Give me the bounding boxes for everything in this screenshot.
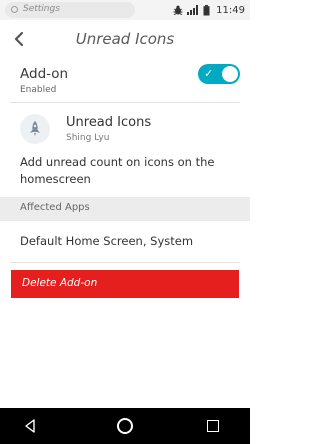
status-bar: Settings 11:49	[0, 0, 250, 20]
page-title: Unread Icons	[75, 30, 175, 48]
header: Unread Icons	[0, 20, 250, 58]
nav-back-icon[interactable]	[24, 419, 36, 433]
app-description: Add unread count on icons on the homescr…	[20, 155, 215, 186]
app-icon	[20, 114, 50, 144]
navigation-bar	[0, 408, 250, 444]
rocket-icon	[30, 121, 40, 136]
addon-status: Enabled	[20, 85, 57, 95]
bug-icon	[173, 5, 183, 15]
signal-icon	[187, 5, 199, 15]
clock: 11:49	[216, 4, 245, 16]
section-header-label: Affected Apps	[20, 202, 90, 213]
addon-label: Add-on	[20, 66, 69, 82]
delete-addon-label: Delete Add-on	[22, 277, 98, 289]
affected-apps-value: Default Home Screen, System	[20, 234, 194, 248]
battery-icon	[203, 4, 210, 15]
search-placeholder: Settings	[23, 4, 60, 14]
nav-home-icon[interactable]	[117, 418, 133, 434]
check-icon: ✓	[204, 67, 214, 80]
divider	[10, 102, 240, 103]
app-author: Shing Lyu	[66, 133, 110, 143]
search-bar[interactable]: Settings	[5, 2, 135, 18]
app-name: Unread Icons	[66, 115, 152, 130]
status-icons: 11:49	[173, 3, 245, 17]
nav-recent-apps-icon[interactable]	[207, 420, 219, 432]
affected-apps-header: Affected Apps	[0, 197, 250, 221]
delete-addon-button[interactable]: Delete Add-on	[11, 270, 239, 298]
search-icon	[11, 6, 18, 13]
addon-toggle-row[interactable]: Add-on Enabled ✓	[0, 60, 250, 100]
switch-knob	[222, 66, 238, 82]
addon-switch[interactable]: ✓	[198, 64, 240, 84]
divider	[10, 262, 240, 263]
